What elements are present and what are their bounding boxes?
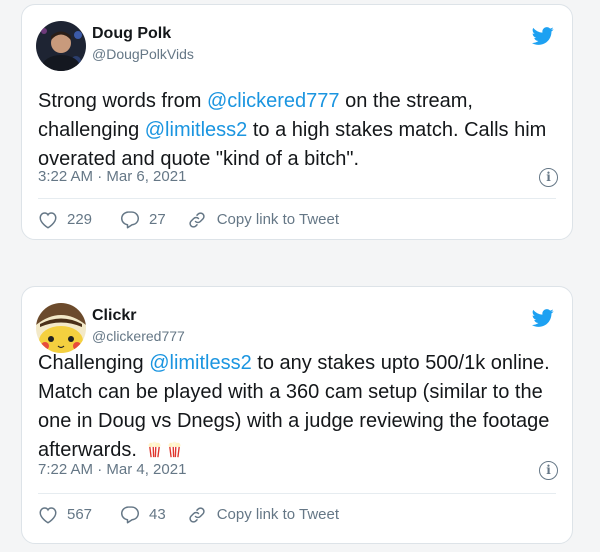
twitter-bird-icon[interactable] bbox=[530, 25, 556, 47]
display-name[interactable]: Clickr bbox=[92, 307, 136, 325]
copy-link-label: Copy link to Tweet bbox=[216, 211, 340, 228]
tweet-timestamp[interactable]: 7:22 AM · Mar 4, 2021 bbox=[38, 461, 186, 478]
mention-link[interactable]: @clickered777 bbox=[207, 90, 340, 112]
link-icon bbox=[189, 211, 205, 228]
tweet-timestamp[interactable]: 3:22 AM · Mar 6, 2021 bbox=[38, 168, 186, 185]
reply-button[interactable]: 43 bbox=[120, 505, 166, 524]
user-handle[interactable]: @clickered777 bbox=[92, 328, 185, 344]
copy-link-button[interactable]: Copy link to Tweet bbox=[188, 211, 339, 229]
twitter-bird-icon[interactable] bbox=[530, 307, 556, 329]
reply-count: 43 bbox=[149, 506, 166, 523]
action-bar: 567 43 Copy link to Tweet bbox=[38, 505, 339, 524]
heart-icon bbox=[39, 506, 57, 524]
divider bbox=[38, 493, 556, 494]
avatar[interactable] bbox=[36, 303, 86, 353]
mention-link[interactable]: @limitless2 bbox=[149, 352, 252, 374]
text-segment: Strong words from bbox=[38, 90, 207, 112]
tweet-card[interactable]: Doug Polk @DougPolkVids Strong words fro… bbox=[21, 4, 573, 240]
display-name[interactable]: Doug Polk bbox=[92, 25, 171, 43]
tweet-card[interactable]: Clickr @clickered777 Challenging @limitl… bbox=[21, 286, 573, 544]
reply-button[interactable]: 27 bbox=[120, 210, 166, 229]
like-button[interactable]: 229 bbox=[38, 211, 92, 229]
reply-icon bbox=[121, 506, 140, 524]
mention-link[interactable]: @limitless2 bbox=[145, 119, 248, 141]
reply-count: 27 bbox=[149, 211, 166, 228]
like-count: 567 bbox=[67, 506, 93, 523]
reply-icon bbox=[121, 211, 140, 229]
text-segment: Challenging bbox=[38, 352, 150, 374]
copy-link-label: Copy link to Tweet bbox=[216, 506, 340, 523]
avatar[interactable] bbox=[36, 21, 86, 71]
like-count: 229 bbox=[67, 211, 93, 228]
user-handle[interactable]: @DougPolkVids bbox=[92, 46, 194, 62]
tweet-text: Challenging @limitless2 to any stakes up… bbox=[38, 349, 554, 465]
action-bar: 229 27 Copy link to Tweet bbox=[38, 210, 339, 229]
info-icon[interactable]: i bbox=[539, 168, 558, 187]
popcorn-emoji bbox=[168, 441, 180, 458]
like-button[interactable]: 567 bbox=[38, 506, 92, 524]
divider bbox=[38, 198, 556, 199]
tweet-text: Strong words from @clickered777 on the s… bbox=[38, 87, 554, 174]
heart-icon bbox=[39, 211, 57, 229]
link-icon bbox=[189, 506, 205, 523]
copy-link-button[interactable]: Copy link to Tweet bbox=[188, 506, 339, 524]
popcorn-emoji bbox=[148, 441, 160, 458]
info-icon[interactable]: i bbox=[539, 461, 558, 480]
